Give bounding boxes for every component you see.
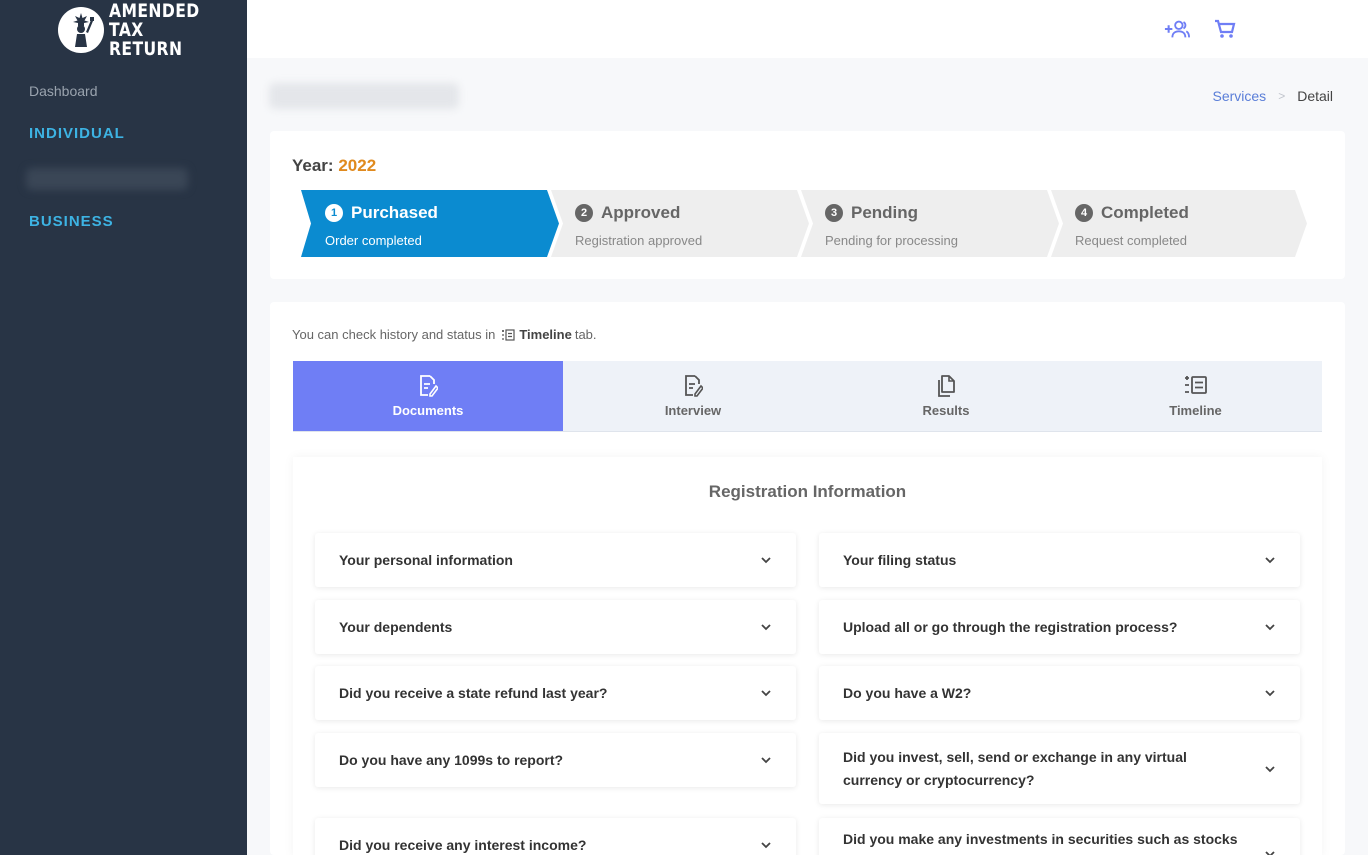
chevron-down-icon — [761, 842, 771, 849]
step-title: Completed — [1101, 203, 1189, 222]
step-subtitle: Pending for processing — [825, 233, 958, 248]
sidebar-item-dashboard[interactable]: Dashboard — [29, 83, 98, 99]
step-subtitle: Registration approved — [575, 233, 703, 248]
tab-label: Documents — [392, 402, 464, 418]
timeline-icon — [1184, 375, 1208, 397]
hint-timeline-link[interactable]: Timeline — [519, 327, 572, 342]
tab-label: Interview — [664, 402, 722, 418]
accordion-label: Did you invest, sell, send or exchange i… — [843, 748, 1187, 788]
chevron-down-icon — [1265, 624, 1275, 631]
step-approved: 2 Approved Registration approved — [551, 190, 809, 257]
step-title: Purchased — [351, 203, 438, 222]
page-title-blurred — [269, 83, 459, 109]
registration-panel: Registration Information Your personal i… — [293, 457, 1322, 855]
chevron-down-icon — [1265, 765, 1275, 772]
step-pending: 3 Pending Pending for processing — [801, 190, 1059, 257]
accordion-label: Your personal information — [339, 551, 513, 568]
step-number: 1 — [325, 204, 343, 222]
status-card: Year: 2022 1 Purchased Order completed 2A… — [270, 131, 1345, 279]
document-edit-icon — [418, 374, 440, 397]
detail-card: You can check history and status in Time… — [270, 302, 1345, 855]
year-label-text: Year: — [292, 156, 334, 175]
sidebar-item-blurred[interactable] — [26, 168, 188, 190]
accordion-label: Your dependents — [339, 618, 453, 635]
chevron-down-icon — [761, 757, 771, 764]
cart-icon[interactable] — [1212, 16, 1238, 42]
registration-title: Registration Information — [708, 482, 907, 501]
accordion-label: Your filing status — [843, 551, 957, 568]
accordion-w2[interactable]: Do you have a W2? — [819, 666, 1300, 720]
brand-logo[interactable]: AMENDED TAX RETURN — [58, 1, 247, 58]
accordion-1099s[interactable]: Do you have any 1099s to report? — [315, 733, 796, 787]
chevron-right-icon: > — [1278, 89, 1286, 103]
year-value: 2022 — [338, 156, 377, 175]
accordion-label: Do you have a W2? — [843, 684, 972, 701]
timeline-hint: You can check history and status in Time… — [292, 327, 597, 342]
accordion-label: Did you make any investments in securiti… — [843, 831, 1238, 855]
chevron-down-icon — [761, 624, 771, 631]
accordion-dependents[interactable]: Your dependents — [315, 600, 796, 654]
add-user-icon[interactable] — [1164, 16, 1190, 42]
breadcrumb-current: Detail — [1297, 88, 1333, 104]
chevron-down-icon — [1265, 851, 1275, 855]
tab-interview[interactable]: Interview — [563, 361, 823, 431]
tab-documents[interactable]: Documents — [293, 361, 563, 431]
tab-label: Results — [922, 402, 970, 418]
breadcrumb: Services > Detail — [1213, 88, 1334, 104]
accordion-interest-income[interactable]: Did you receive any interest income? — [315, 818, 796, 855]
tab-label: Timeline — [1169, 402, 1222, 418]
detail-tabs: Documents Interview Results Timeline — [293, 361, 1322, 432]
hint-text-end: tab. — [574, 327, 597, 342]
sidebar-item-individual[interactable]: INDIVIDUAL — [29, 125, 125, 142]
statue-of-liberty-icon — [58, 7, 104, 53]
accordion-label: Do you have any 1099s to report? — [339, 751, 564, 768]
year-label: Year: 2022 — [292, 156, 376, 176]
brand-line-2: TAX RETURN — [108, 18, 183, 60]
sidebar-item-business[interactable]: BUSINESS — [29, 213, 114, 230]
hint-text: You can check history and status in — [292, 327, 496, 342]
accordion-state-refund[interactable]: Did you receive a state refund last year… — [315, 666, 796, 720]
accordion-label: Did you receive any interest income? — [339, 836, 587, 853]
step-purchased: 1 Purchased Order completed — [301, 190, 559, 257]
documents-icon — [936, 374, 956, 397]
accordion-personal-information[interactable]: Your personal information — [315, 533, 796, 587]
sidebar: AMENDED TAX RETURN Dashboard INDIVIDUAL … — [0, 0, 247, 855]
accordion-filing-status[interactable]: Your filing status — [819, 533, 1300, 587]
top-header — [247, 0, 1368, 58]
brand-name: AMENDED TAX RETURN — [108, 1, 222, 60]
chevron-down-icon — [1265, 690, 1275, 697]
step-number: 4 — [1075, 204, 1093, 222]
document-edit-icon — [683, 374, 705, 397]
tab-timeline[interactable]: Timeline — [1069, 361, 1322, 431]
accordion-upload-or-register[interactable]: Upload all or go through the registratio… — [819, 600, 1300, 654]
step-title: Pending — [851, 203, 919, 222]
step-subtitle: Order completed — [325, 233, 422, 248]
step-number: 2 — [575, 204, 593, 222]
accordion-securities-investments[interactable]: Did you make any investments in securiti… — [819, 818, 1300, 855]
step-title: Approved — [601, 203, 681, 222]
chevron-down-icon — [1265, 557, 1275, 564]
tab-results[interactable]: Results — [823, 361, 1069, 431]
accordion-virtual-currency[interactable]: Did you invest, sell, send or exchange i… — [819, 733, 1300, 804]
accordion-label: Did you receive a state refund last year… — [339, 684, 608, 701]
chevron-down-icon — [761, 690, 771, 697]
step-number: 3 — [825, 204, 843, 222]
step-subtitle: Request completed — [1075, 233, 1188, 248]
timeline-icon — [501, 328, 515, 341]
progress-steps: 1 Purchased Order completed 2 Approved Reg… — [301, 190, 1307, 257]
chevron-down-icon — [761, 557, 771, 564]
accordion-label: Upload all or go through the registratio… — [843, 618, 1178, 635]
step-completed: 4 Completed Request completed — [1051, 190, 1307, 257]
breadcrumb-services[interactable]: Services — [1213, 88, 1267, 104]
